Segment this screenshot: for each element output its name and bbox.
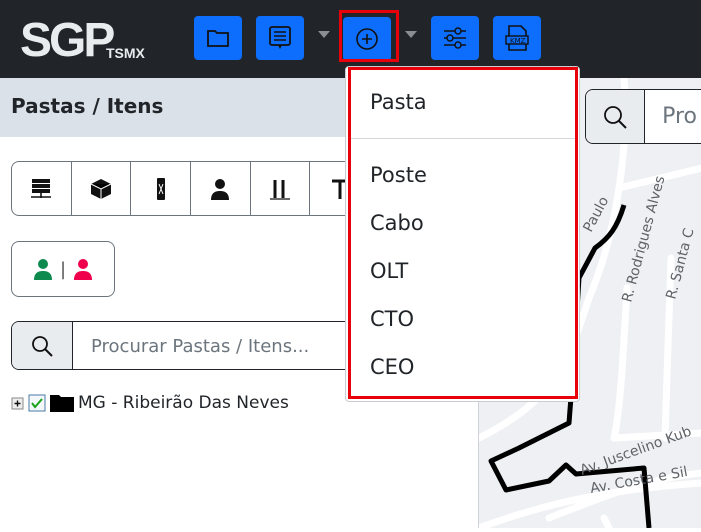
connector-filter-button[interactable] [251,162,311,215]
search-icon [604,105,627,129]
folder-search-input[interactable]: Procurar Pastas / Itens... [73,322,380,369]
kmz-file-icon: KMZ [505,25,529,51]
menu-item-pasta[interactable]: Pasta [370,90,427,114]
street-label: R. Rodrigues Alves [619,174,668,304]
client-status-toggle[interactable]: | [11,241,115,297]
sliders-icon [444,27,466,49]
splice-icon [156,177,165,200]
menu-item-cto[interactable]: CTO [370,307,414,331]
menu-divider [348,138,577,139]
expand-icon[interactable] [11,397,24,410]
add-button-highlight [339,10,399,62]
menu-item-poste[interactable]: Poste [370,163,427,187]
folder-icon [50,395,74,412]
menu-item-olt[interactable]: OLT [370,259,408,283]
menu-item-ceo[interactable]: CEO [370,355,414,379]
server-icon [31,178,52,198]
street-label: Paulo [580,194,612,235]
server-filter-button[interactable] [12,162,72,215]
folders-button[interactable] [194,16,242,60]
toggle-separator: | [59,258,67,280]
item-type-filter-group [11,161,371,216]
filters-button[interactable] [431,16,479,60]
messages-button[interactable] [256,16,304,60]
client-filter-button[interactable] [191,162,251,215]
kmz-button[interactable]: KMZ [493,16,541,60]
add-dropdown-menu: Pasta Poste Cabo OLT CTO CEO [345,66,580,402]
messages-dropdown-caret[interactable] [318,31,330,38]
search-icon [32,335,53,357]
map-search: Pro [585,89,701,144]
user-online-icon [33,259,52,280]
folder-search: Procurar Pastas / Itens... [11,321,381,370]
fiber-connectors-icon [270,179,291,200]
map-search-button[interactable] [586,90,646,143]
tree-item-label: MG - Ribeirão Das Neves [78,393,289,413]
checkbox-checked[interactable] [28,394,46,412]
tree-item[interactable]: MG - Ribeirão Das Neves [11,393,289,413]
sgp-logo: SGP TSMX [20,14,150,67]
map-search-input[interactable]: Pro [645,90,701,143]
box-icon [90,178,112,199]
search-button[interactable] [12,322,73,369]
user-icon [211,178,230,200]
splice-filter-button[interactable] [131,162,192,215]
svg-text:SGP: SGP [20,14,114,62]
svg-text:KMZ: KMZ [510,37,526,45]
message-icon [269,26,291,49]
svg-text:TSMX: TSMX [106,45,146,61]
box-filter-button[interactable] [72,162,132,215]
menu-item-cabo[interactable]: Cabo [370,211,424,235]
user-offline-icon [74,259,93,280]
add-dropdown-caret[interactable] [405,31,417,38]
folder-icon [207,30,229,47]
